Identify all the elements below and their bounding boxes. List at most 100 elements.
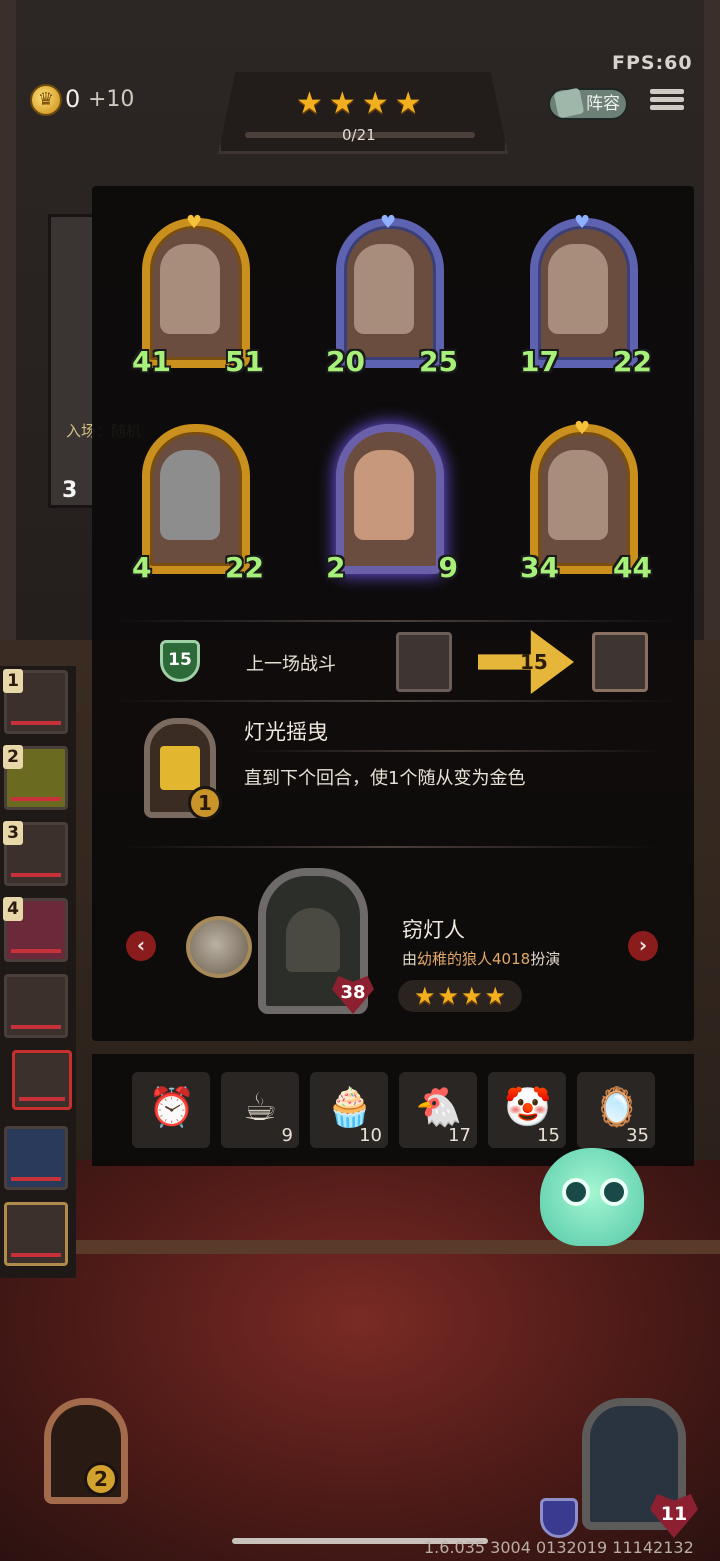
divider <box>120 846 660 848</box>
rubber-chicken-icon: 🐔 <box>415 1085 463 1129</box>
star-icon: ★ <box>296 86 323 121</box>
rank-number: 2 <box>3 745 23 769</box>
last-battle-label: 上一场战斗 <box>246 654 336 675</box>
minion-card[interactable]: ♥ 41 51 <box>132 212 264 378</box>
item-count: 35 <box>626 1125 649 1146</box>
minion-card[interactable]: ♥ 17 22 <box>520 212 652 378</box>
played-by-suffix: 扮演 <box>530 950 561 968</box>
health-bar <box>11 1253 61 1257</box>
minion-card[interactable]: 2 9 <box>326 424 458 584</box>
lineup-icon <box>553 87 585 119</box>
version-text: 1.6.035 3004 0132019 11142132 <box>424 1538 694 1557</box>
hero-portrait <box>286 908 340 972</box>
minion-card[interactable]: 4 22 <box>132 424 264 584</box>
minion-card[interactable]: ♥ 20 25 <box>326 212 458 378</box>
item-count: 17 <box>448 1125 471 1146</box>
minion-health: 22 <box>225 551 264 584</box>
player-portrait <box>592 632 648 692</box>
alarm-clock-icon: ⏰ <box>148 1085 196 1129</box>
cupcake-icon: 🧁 <box>326 1085 374 1129</box>
divider <box>110 700 680 702</box>
next-hero-button[interactable]: › <box>628 931 658 961</box>
menu-button[interactable] <box>650 86 684 120</box>
item-slot[interactable]: ☕ 9 <box>221 1072 299 1148</box>
item-slot[interactable]: ⏰ <box>132 1072 210 1148</box>
hero-name: 窃灯人 <box>402 918 465 942</box>
star-icon: ★ <box>437 982 459 1010</box>
hand-count: 2 <box>84 1462 118 1496</box>
right-pillar <box>704 0 720 640</box>
minion-health: 51 <box>225 345 264 378</box>
hero-stars: ★ ★ ★ ★ <box>398 980 522 1012</box>
tier-progress: 0/21 <box>342 126 376 144</box>
minion-attack: 41 <box>132 345 171 378</box>
opponent-portrait <box>396 632 452 692</box>
warrior-portrait <box>354 450 414 540</box>
background-card-count: 3 <box>62 478 78 503</box>
minion-attack: 4 <box>132 551 152 584</box>
item-count: 15 <box>537 1125 560 1146</box>
hero-played-by: 由幼稚的狼人4018扮演 <box>402 948 560 969</box>
minion-attack: 20 <box>326 345 365 378</box>
rail-player-slot[interactable]: 4 <box>3 897 68 962</box>
teacup-icon: ☕ <box>242 1085 278 1129</box>
star-icon: ★ <box>394 86 422 121</box>
spell-description: 直到下个回合，使1个随从变为金色 <box>244 768 526 789</box>
blue-heart-icon: ♥ <box>574 212 591 233</box>
item-slot[interactable]: 🤡 15 <box>488 1072 566 1148</box>
star-icon: ★ <box>461 982 483 1010</box>
star-icon: ★ <box>361 86 389 121</box>
background-card <box>48 214 96 508</box>
item-slot[interactable]: 🐔 17 <box>399 1072 477 1148</box>
golden-heart-icon: ♥ <box>186 212 203 233</box>
pocketwatch-icon <box>186 916 252 978</box>
armor-shield-icon <box>540 1498 578 1538</box>
ghost-eye <box>562 1178 590 1206</box>
rail-player-slot[interactable]: 3 <box>3 821 68 886</box>
rank-number: 4 <box>3 897 23 921</box>
rail-player-slot[interactable]: 2 <box>3 745 68 810</box>
rail-player-slot-self[interactable] <box>4 1202 68 1266</box>
minion-portrait <box>548 450 608 540</box>
divider <box>110 620 680 622</box>
gold-amount: 0 <box>65 85 81 113</box>
rail-player-slot[interactable] <box>4 974 68 1038</box>
knight-portrait <box>160 450 220 540</box>
rank-number: 1 <box>3 669 23 693</box>
health-bar <box>11 721 61 725</box>
rail-player-slot-selected[interactable] <box>12 1050 72 1110</box>
shield-icon: 15 <box>160 640 200 682</box>
rail-player-slot[interactable] <box>4 1126 68 1190</box>
clown-icon: 🤡 <box>504 1085 552 1129</box>
item-slot[interactable]: 🧁 10 <box>310 1072 388 1148</box>
prev-hero-button[interactable]: ‹ <box>126 931 156 961</box>
damage-value: 15 <box>520 650 548 674</box>
health-bar <box>11 949 61 953</box>
minion-attack: 34 <box>520 551 559 584</box>
played-by-prefix: 由 <box>402 950 418 968</box>
minion-portrait <box>354 244 414 334</box>
fps-counter: FPS:60 <box>612 52 693 74</box>
rail-player-slot[interactable]: 1 <box>3 669 68 734</box>
item-count: 9 <box>281 1125 293 1146</box>
minion-health: 22 <box>613 345 652 378</box>
health-bar <box>11 1177 61 1181</box>
gold-coin-icon: ♛ <box>30 84 62 116</box>
minion-card[interactable]: ♥ 34 44 <box>520 418 652 584</box>
tier-stars: ★ ★ ★ ★ <box>296 86 422 121</box>
star-icon: ★ <box>328 86 356 121</box>
health-bar <box>11 1025 61 1029</box>
minion-attack: 17 <box>520 345 559 378</box>
minion-portrait <box>548 244 608 334</box>
health-bar <box>19 1097 65 1101</box>
minion-health: 9 <box>438 551 458 584</box>
star-icon: ★ <box>413 982 436 1010</box>
health-bar <box>11 873 61 877</box>
ghost-companion[interactable] <box>540 1148 644 1246</box>
left-pillar <box>0 0 16 640</box>
ghost-eye <box>600 1178 628 1206</box>
item-slot[interactable]: 🪞 35 <box>577 1072 655 1148</box>
minion-portrait <box>160 244 220 334</box>
blue-heart-icon: ♥ <box>380 212 397 233</box>
star-icon: ★ <box>484 982 507 1010</box>
